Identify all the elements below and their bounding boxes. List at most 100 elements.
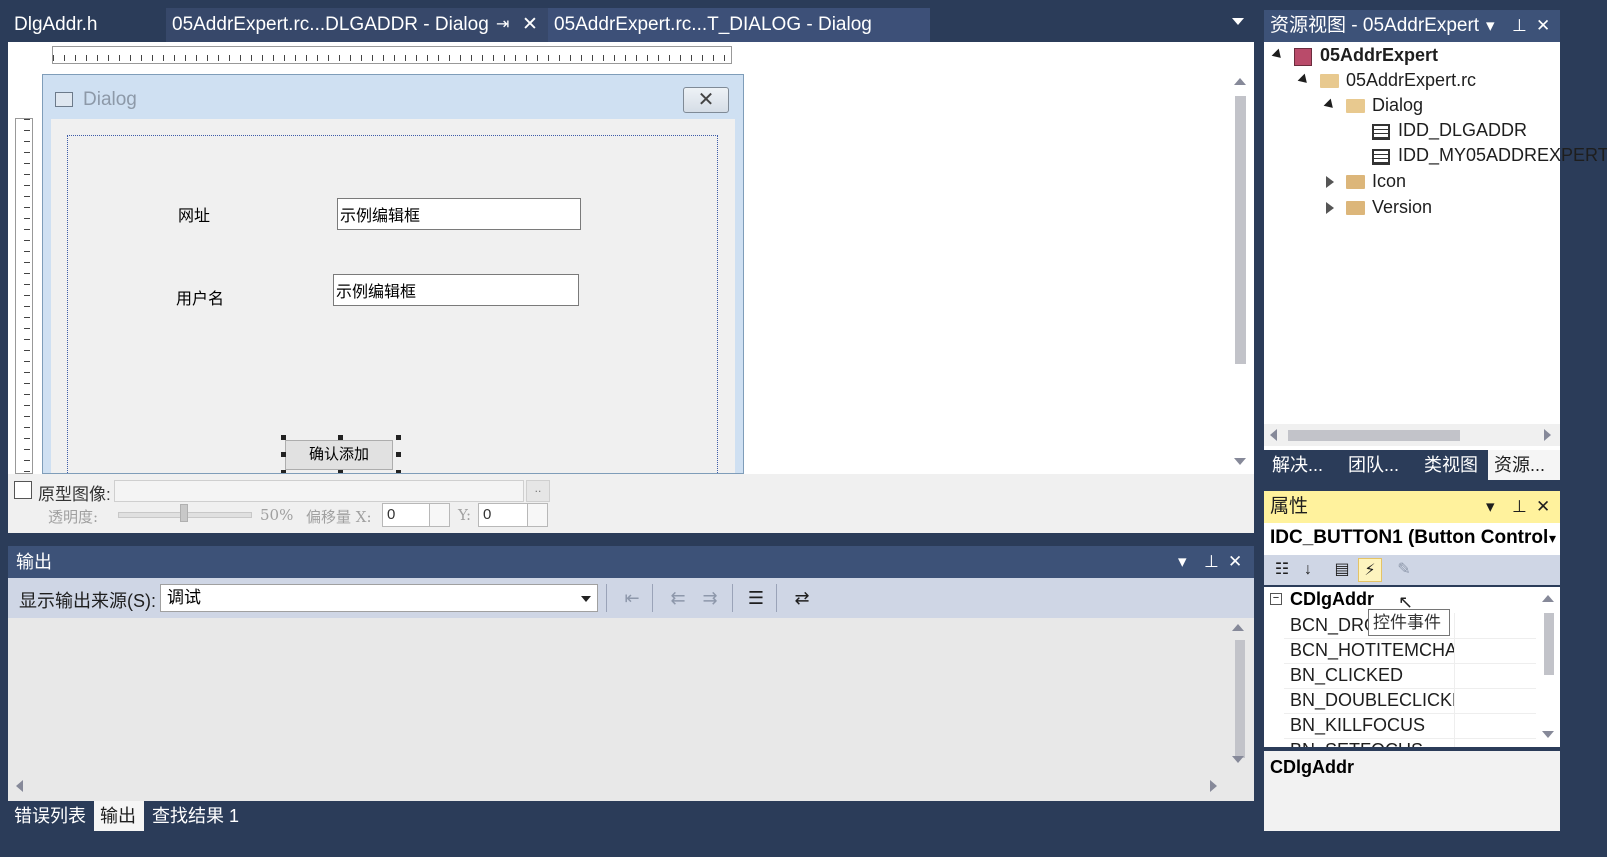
pin-icon[interactable]: ⊥ <box>1512 491 1527 523</box>
scroll-down-icon[interactable] <box>1542 731 1554 738</box>
previous-message-icon[interactable]: ⇇ <box>666 586 690 610</box>
username-edit[interactable]: 示例编辑框 <box>333 274 579 306</box>
tab-solution-explorer[interactable]: 解决... <box>1266 450 1342 480</box>
designer-vertical-scrollbar[interactable] <box>1230 72 1250 472</box>
wrench-icon[interactable]: ✎ <box>1392 558 1416 582</box>
url-edit[interactable]: 示例编辑框 <box>337 198 581 230</box>
tree-project[interactable]: 05AddrExpert <box>1320 45 1438 66</box>
confirm-add-button[interactable]: 确认添加 <box>285 440 393 470</box>
offset-y-input[interactable]: 0 <box>478 503 528 527</box>
panel-menu-icon[interactable]: ▾ <box>1178 546 1187 578</box>
tab-find-results[interactable]: 查找结果 1 <box>146 801 246 831</box>
url-label[interactable]: 网址 <box>178 202 210 226</box>
tab-class-view[interactable]: 类视图 <box>1418 450 1488 480</box>
scroll-down-icon[interactable] <box>1234 458 1246 465</box>
event-row[interactable]: BN_KILLFOCUS <box>1284 713 1536 739</box>
offset-x-spinner[interactable] <box>430 503 450 527</box>
event-handler[interactable] <box>1454 663 1535 688</box>
expanded-icon[interactable] <box>1323 98 1337 112</box>
control-events-icon[interactable]: ⚡ <box>1358 558 1382 582</box>
scroll-right-icon[interactable] <box>1210 780 1217 792</box>
close-icon[interactable]: ✕ <box>522 8 538 42</box>
resize-handle[interactable] <box>396 452 401 457</box>
username-label[interactable]: 用户名 <box>176 285 224 309</box>
event-handler[interactable] <box>1454 613 1535 638</box>
expanded-icon[interactable] <box>1271 48 1285 62</box>
scroll-thumb[interactable] <box>1235 640 1245 758</box>
dialog-close-button[interactable]: ✕ <box>683 87 729 113</box>
categorized-icon[interactable]: ☷ <box>1270 558 1294 582</box>
tab-list-dropdown-icon[interactable] <box>1232 18 1244 25</box>
event-row[interactable]: BCN_HOTITEMCHANGE <box>1284 638 1536 664</box>
offset-y-label: Y: <box>458 506 472 524</box>
tree-rc-file[interactable]: 05AddrExpert.rc <box>1346 70 1476 91</box>
tree-idd-dlgaddr[interactable]: IDD_DLGADDR <box>1398 120 1527 141</box>
scroll-left-icon[interactable] <box>1270 429 1277 441</box>
go-to-line-icon[interactable]: ⇤ <box>620 586 644 610</box>
dialog-preview[interactable]: Dialog ✕ 网址 示例编辑框 用户名 示例编辑框 确认添加 <box>42 74 744 474</box>
close-icon[interactable]: ✕ <box>1536 491 1550 523</box>
scroll-down-icon[interactable] <box>1232 756 1244 763</box>
doc-tab-main-dialog[interactable]: 05AddrExpert.rc...T_DIALOG - Dialog <box>548 8 930 42</box>
alphabetical-icon[interactable]: ↓ <box>1296 558 1320 582</box>
close-icon[interactable]: ✕ <box>1536 10 1550 42</box>
tree-icon-folder[interactable]: Icon <box>1372 171 1406 192</box>
offset-x-input[interactable]: 0 <box>382 503 430 527</box>
close-icon[interactable]: ✕ <box>1228 546 1242 578</box>
prototype-checkbox[interactable] <box>14 481 32 499</box>
event-row[interactable]: BN_CLICKED <box>1284 663 1536 689</box>
event-handler[interactable] <box>1454 738 1535 747</box>
resource-horizontal-scrollbar[interactable] <box>1264 424 1560 446</box>
scroll-up-icon[interactable] <box>1234 78 1246 85</box>
next-message-icon[interactable]: ⇉ <box>698 586 722 610</box>
event-handler[interactable] <box>1454 688 1535 713</box>
collapsed-icon[interactable] <box>1326 176 1334 188</box>
opacity-slider-thumb[interactable] <box>180 504 188 522</box>
dialog-client-area: 网址 示例编辑框 用户名 示例编辑框 确认添加 <box>51 119 735 473</box>
scroll-up-icon[interactable] <box>1542 595 1554 602</box>
scroll-thumb[interactable] <box>1235 96 1246 364</box>
panel-menu-icon[interactable]: ▾ <box>1486 491 1495 523</box>
scroll-up-icon[interactable] <box>1232 624 1244 631</box>
project-icon <box>1294 48 1312 66</box>
tab-team-explorer[interactable]: 团队... <box>1342 450 1418 480</box>
clear-all-icon[interactable]: ☰ <box>744 586 768 610</box>
event-name: BN_DOUBLECLICKED <box>1290 690 1454 710</box>
prototype-path-field[interactable] <box>114 480 524 502</box>
browse-button[interactable]: .. <box>526 480 550 502</box>
tree-idd-main-dialog[interactable]: IDD_MY05ADDREXPERT_DIALOG <box>1398 145 1607 166</box>
doc-tab-dlgaddr-h[interactable]: DlgAddr.h <box>8 8 168 42</box>
scroll-thumb[interactable] <box>1288 430 1460 441</box>
resize-handle[interactable] <box>396 435 401 440</box>
pin-icon[interactable]: ⇥ <box>496 8 509 42</box>
resize-handle[interactable] <box>281 435 286 440</box>
tree-version-folder[interactable]: Version <box>1372 197 1432 218</box>
output-source-value: 调试 <box>167 588 201 607</box>
scroll-right-icon[interactable] <box>1544 429 1551 441</box>
resize-handle[interactable] <box>338 435 343 440</box>
pin-icon[interactable]: ⊥ <box>1204 546 1219 578</box>
panel-menu-icon[interactable]: ▾ <box>1486 10 1495 42</box>
resize-handle[interactable] <box>281 452 286 457</box>
doc-tab-dlgaddr-dialog[interactable]: 05AddrExpert.rc...DLGADDR - Dialog ⇥ ✕ <box>166 8 548 42</box>
event-row[interactable]: BN_SETFOCUS <box>1284 738 1536 747</box>
output-text-area[interactable] <box>8 618 1254 801</box>
tab-error-list[interactable]: 错误列表 <box>8 801 94 831</box>
pin-icon[interactable]: ⊥ <box>1512 10 1527 42</box>
expanded-icon[interactable] <box>1297 73 1311 87</box>
event-handler[interactable] <box>1454 713 1535 738</box>
properties-icon[interactable]: ▤ <box>1330 558 1354 582</box>
tree-dialog-folder[interactable]: Dialog <box>1372 95 1423 116</box>
event-row[interactable]: BN_DOUBLECLICKED <box>1284 688 1536 714</box>
collapsed-icon[interactable] <box>1326 202 1334 214</box>
output-source-select[interactable]: 调试 <box>160 584 598 612</box>
tab-output[interactable]: 输出 <box>94 801 144 831</box>
collapse-category-icon[interactable]: − <box>1270 593 1282 605</box>
word-wrap-icon[interactable]: ⇄ <box>790 586 814 610</box>
scroll-thumb[interactable] <box>1544 613 1554 675</box>
object-selector[interactable]: IDC_BUTTON1 (Button Control ▾ <box>1264 523 1560 555</box>
scroll-left-icon[interactable] <box>16 780 23 792</box>
event-handler[interactable] <box>1454 638 1535 663</box>
offset-y-spinner[interactable] <box>528 503 548 527</box>
tab-resource-view[interactable]: 资源... <box>1488 450 1560 480</box>
